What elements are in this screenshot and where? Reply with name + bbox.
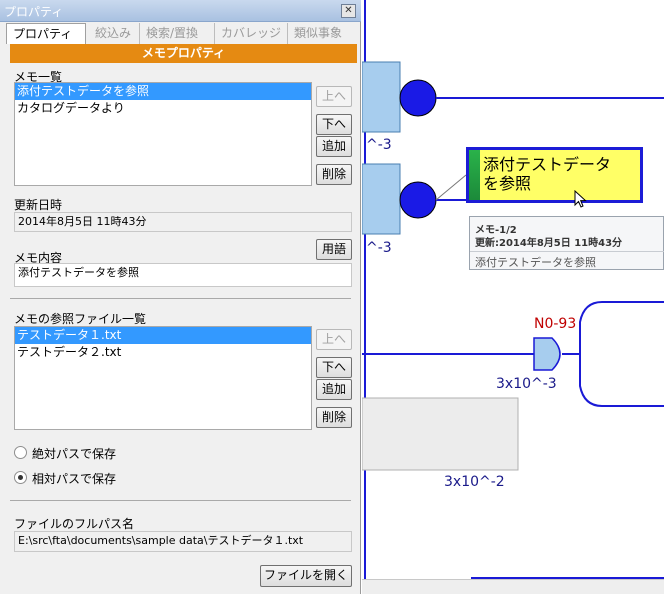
tooltip-memo-text: 添付テストデータを参照	[475, 256, 596, 269]
fault-tree-canvas[interactable]: ^-3 ^-3 N0-93 3x10^-3 3x10^-2	[362, 0, 664, 594]
ref-up-button[interactable]: 上へ	[316, 329, 352, 350]
memo-list-item[interactable]: カタログデータより	[15, 100, 311, 117]
memo-callout[interactable]: 添付テストデータ を参照	[466, 147, 643, 203]
basic-event-box	[362, 163, 401, 235]
absolute-path-radio[interactable]	[14, 446, 27, 459]
ref-add-button[interactable]: 追加	[316, 379, 352, 400]
tooltip-updated: 更新:2014年8月5日 11時43分	[475, 238, 623, 249]
full-path-label: ファイルのフルパス名	[14, 517, 135, 531]
event-circle	[399, 181, 437, 219]
term-button[interactable]: 用語	[316, 239, 352, 260]
panel-title: プロパティ	[4, 5, 64, 19]
divider	[10, 500, 351, 501]
updated-value: 2014年8月5日 11時43分	[14, 212, 352, 232]
gate-probability-label: 3x10^-3	[496, 376, 557, 392]
radio-selected-dot	[18, 475, 23, 480]
memo-properties-header: メモプロパティ	[10, 44, 357, 63]
open-file-button[interactable]: ファイルを開く	[260, 565, 352, 587]
property-panel: プロパティ ✕ プロパティ 絞込み 検索/置換 カバレッジ 類似事象 メモプロパ…	[0, 0, 361, 594]
memo-up-button[interactable]: 上へ	[316, 86, 352, 107]
mouse-cursor-icon	[574, 190, 587, 208]
relative-path-radio[interactable]	[14, 471, 27, 484]
relative-path-label[interactable]: 相対パスで保存	[32, 470, 116, 487]
callout-leader	[435, 174, 467, 201]
ref-file-item[interactable]: テストデータ１.txt	[15, 327, 311, 344]
tab-properties[interactable]: プロパティ	[6, 23, 86, 44]
connector-line	[562, 301, 664, 355]
memo-list[interactable]: 添付テストデータを参照 カタログデータより	[14, 82, 312, 186]
memo-marker-bar	[469, 150, 480, 200]
memo-list-item[interactable]: 添付テストデータを参照	[15, 83, 311, 100]
close-icon: ✕	[344, 5, 353, 16]
callout-line-2: を参照	[483, 174, 532, 193]
connector-line	[579, 354, 664, 407]
tab-coverage[interactable]: カバレッジ	[214, 23, 287, 44]
probability-label: ^-3	[366, 240, 392, 256]
basic-event-box	[362, 61, 401, 133]
horizontal-scrollbar[interactable]	[362, 579, 664, 594]
memo-down-button[interactable]: 下へ	[316, 114, 352, 135]
panel-titlebar[interactable]: プロパティ ✕	[0, 0, 361, 22]
ref-down-button[interactable]: 下へ	[316, 357, 352, 378]
tab-similar-events[interactable]: 類似事象	[287, 23, 348, 44]
gate-id-label: N0-93	[534, 316, 577, 332]
divider	[10, 298, 351, 299]
memo-tooltip: メモ-1/2 更新:2014年8月5日 11時43分 添付テストデータを参照	[469, 216, 664, 270]
memo-add-button[interactable]: 追加	[316, 136, 352, 157]
ref-delete-button[interactable]: 削除	[316, 407, 352, 428]
ref-file-list[interactable]: テストデータ１.txt テストデータ２.txt	[14, 326, 312, 430]
ref-file-item[interactable]: テストデータ２.txt	[15, 344, 311, 361]
updated-label: 更新日時	[14, 198, 63, 212]
memo-content-field[interactable]: 添付テストデータを参照	[14, 263, 352, 287]
fault-tree-diagram	[362, 0, 664, 594]
tab-filter[interactable]: 絞込み	[89, 23, 137, 44]
callout-line-1: 添付テストデータ	[483, 155, 612, 174]
tooltip-divider	[470, 251, 664, 252]
tab-bar: プロパティ 絞込み 検索/置換 カバレッジ 類似事象	[6, 23, 356, 44]
ref-files-label: メモの参照ファイル一覧	[14, 312, 147, 326]
probability-label: ^-3	[366, 137, 392, 153]
close-button[interactable]: ✕	[341, 4, 356, 18]
event-circle	[399, 79, 437, 117]
or-gate	[533, 337, 561, 371]
tab-search-replace[interactable]: 検索/置換	[139, 23, 204, 44]
memo-delete-button[interactable]: 削除	[316, 164, 352, 185]
full-path-value: E:\src\fta\documents\sample data\テストデータ１…	[14, 531, 352, 552]
absolute-path-label[interactable]: 絶対パスで保存	[32, 445, 116, 462]
event-probability-label: 3x10^-2	[444, 474, 505, 490]
event-box	[362, 397, 519, 471]
